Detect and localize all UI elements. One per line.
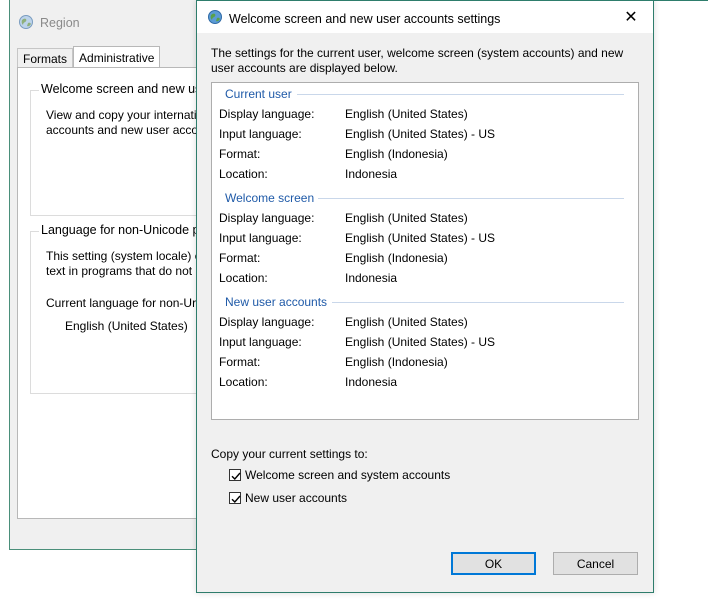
tab-formats[interactable]: Formats (17, 48, 74, 69)
setting-value: English (Indonesia) (345, 251, 448, 265)
current-language-label: Current language for non-Ur (46, 296, 197, 310)
checkbox-label: New user accounts (245, 491, 348, 505)
setting-label: Format: (219, 147, 261, 161)
section-divider (297, 94, 624, 95)
setting-label: Location: (219, 375, 268, 389)
window-edge (652, 0, 708, 1)
section-divider (332, 302, 624, 303)
checkbox-new-user-accounts[interactable]: New user accounts (229, 491, 347, 505)
checkmark-icon (231, 495, 241, 504)
group-text: This setting (system locale) c (46, 249, 201, 263)
setting-value: English (United States) (345, 107, 468, 121)
setting-value: English (United States) (345, 315, 468, 329)
settings-info-panel: Current user Display language: English (… (211, 82, 639, 420)
setting-label: Format: (219, 251, 261, 265)
checkbox-welcome-screen[interactable]: Welcome screen and system accounts (229, 468, 450, 482)
setting-label: Display language: (219, 107, 315, 121)
setting-label: Input language: (219, 231, 302, 245)
non-unicode-group: Language for non-Unicode pr This setting… (30, 223, 210, 394)
globe-icon (207, 9, 223, 28)
dialog-titlebar[interactable]: Welcome screen and new user accounts set… (197, 1, 653, 33)
setting-label: Location: (219, 271, 268, 285)
welcome-screen-group: Welcome screen and new user View and cop… (30, 82, 215, 216)
close-icon: ✕ (624, 9, 638, 26)
current-language-value: English (United States) (65, 319, 188, 333)
group-text: View and copy your internati (46, 108, 197, 122)
setting-value: English (United States) - US (345, 127, 496, 141)
checkbox-label: Welcome screen and system accounts (245, 468, 451, 482)
setting-label: Display language: (219, 315, 315, 329)
setting-label: Location: (219, 167, 268, 181)
group-text: text in programs that do not (46, 264, 193, 278)
region-tabstrip: Formats Administrative (17, 46, 161, 69)
close-button[interactable]: ✕ (609, 1, 653, 33)
section-divider (318, 198, 624, 199)
dialog-title-area: Welcome screen and new user accounts set… (207, 9, 500, 28)
tab-administrative[interactable]: Administrative (73, 46, 161, 69)
region-titlebar: Region (18, 13, 80, 33)
setting-label: Display language: (219, 211, 315, 225)
group-text: accounts and new user acco (46, 123, 199, 137)
group-title: Welcome screen and new user (39, 82, 215, 96)
cancel-button[interactable]: Cancel (553, 552, 638, 575)
group-title: Language for non-Unicode pr (39, 223, 206, 237)
setting-value: Indonesia (345, 375, 398, 389)
setting-label: Input language: (219, 335, 302, 349)
setting-label: Format: (219, 355, 261, 369)
intro-line: user accounts are displayed below. (211, 61, 398, 75)
globe-icon (18, 14, 34, 33)
checkbox-box[interactable] (229, 469, 241, 481)
welcome-settings-dialog: Welcome screen and new user accounts set… (196, 0, 654, 593)
section-current-user: Current user (225, 87, 292, 101)
region-title: Region (40, 16, 80, 30)
setting-value: English (United States) - US (345, 231, 496, 245)
checkmark-icon (231, 472, 241, 481)
copy-settings-label: Copy your current settings to: (211, 447, 368, 461)
setting-value: Indonesia (345, 167, 398, 181)
setting-label: Input language: (219, 127, 302, 141)
administrative-tab-panel: Welcome screen and new user View and cop… (17, 67, 215, 519)
setting-value: English (United States) - US (345, 335, 496, 349)
ok-button[interactable]: OK (451, 552, 536, 575)
region-window: Region Formats Administrative Welcome sc… (9, 0, 215, 550)
setting-value: English (Indonesia) (345, 355, 448, 369)
checkbox-box[interactable] (229, 492, 241, 504)
dialog-title: Welcome screen and new user accounts set… (229, 11, 501, 26)
setting-value: Indonesia (345, 271, 398, 285)
section-new-user-accounts: New user accounts (225, 295, 328, 309)
dialog-intro: The settings for the current user, welco… (211, 46, 631, 76)
setting-value: English (United States) (345, 211, 468, 225)
section-welcome-screen: Welcome screen (225, 191, 315, 205)
intro-line: The settings for the current user, welco… (211, 46, 624, 60)
setting-value: English (Indonesia) (345, 147, 448, 161)
